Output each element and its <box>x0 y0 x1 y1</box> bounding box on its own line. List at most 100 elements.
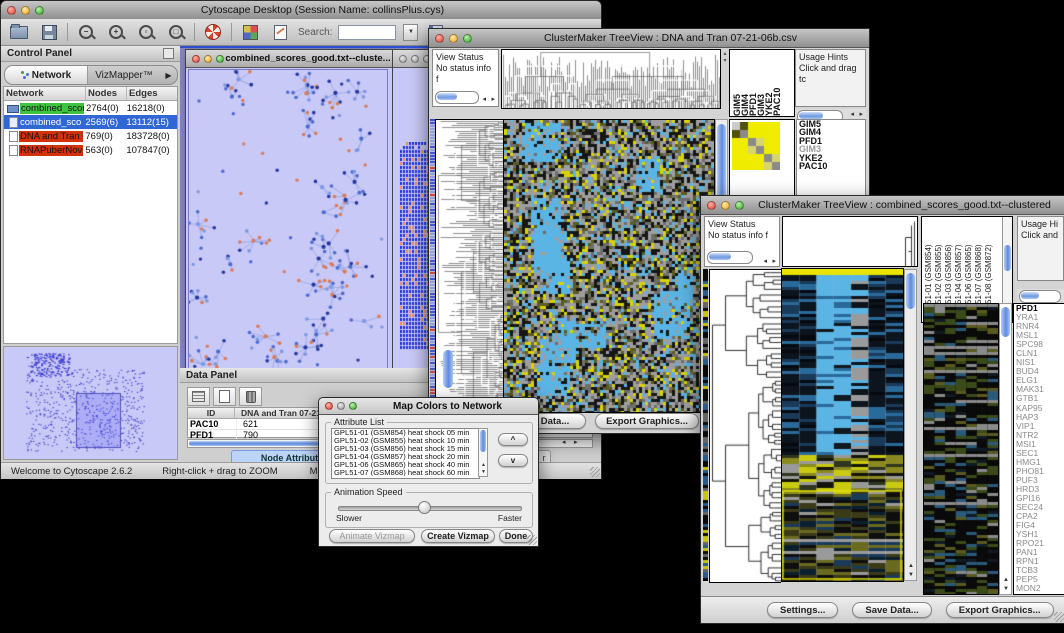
minimize-button[interactable] <box>449 34 458 43</box>
search-input[interactable] <box>338 25 396 40</box>
row-label[interactable]: PAC10 <box>799 162 865 170</box>
treeview-action-button[interactable]: Export Graphics... <box>946 602 1054 618</box>
network-row[interactable]: combined_sco 2569(6) 13112(15) <box>4 115 177 129</box>
main-titlebar[interactable]: Cytoscape Desktop (Session Name: collins… <box>1 1 601 20</box>
export-graphics-button[interactable]: Export Graphics... <box>595 413 699 429</box>
minimize-button[interactable] <box>411 55 419 63</box>
attribute-list-item[interactable]: GPL51-04 (GSM857) heat shock 20 min <box>332 453 479 461</box>
zoom-button[interactable] <box>216 55 224 63</box>
scroll-down-arrow[interactable]: ▼ <box>481 469 486 475</box>
zoom-button[interactable] <box>463 34 472 43</box>
col-nodes[interactable]: Nodes <box>86 87 127 100</box>
scroll-up-arrow[interactable]: ▲ <box>481 462 486 468</box>
network-row[interactable]: combined_scores 2764(0) 16218(0) <box>4 101 177 115</box>
animate-vizmap-button[interactable]: Animate Vizmap <box>329 529 415 543</box>
attribute-list-item[interactable]: GPL51-02 (GSM855) heat shock 10 min <box>332 437 479 445</box>
mini-hscrollbar[interactable] <box>435 91 479 104</box>
zoom-button[interactable] <box>735 201 744 210</box>
save-session-button[interactable] <box>37 22 61 43</box>
adjacency-grid[interactable] <box>400 142 430 352</box>
heatmap-main[interactable] <box>781 268 904 582</box>
select-attributes-button[interactable] <box>187 387 210 406</box>
create-vizmap-button[interactable]: Create Vizmap <box>421 529 495 543</box>
treeview-combined-titlebar[interactable]: ClusterMaker TreeView : combined_scores_… <box>701 196 1064 215</box>
zoom-button[interactable] <box>349 402 357 410</box>
tab-overflow-button[interactable]: ▶ <box>160 66 177 84</box>
column-dendrogram[interactable] <box>501 49 721 109</box>
vscroll-thumb[interactable] <box>480 430 486 452</box>
scroll-left-arrow[interactable]: ◂ <box>562 437 566 448</box>
new-attribute-button[interactable] <box>213 387 236 406</box>
zoom-fit-button[interactable]: □ <box>164 22 188 43</box>
zoomed-vscrollbar[interactable]: ▲ ▼ <box>999 303 1012 595</box>
annotation-button[interactable] <box>268 22 292 43</box>
minimize-button[interactable] <box>337 402 345 410</box>
close-button[interactable] <box>435 34 444 43</box>
attribute-list[interactable]: GPL51-01 (GSM854) heat shock 05 minGPL51… <box>331 428 480 479</box>
attribute-list-item[interactable]: GPL51-01 (GSM854) heat shock 05 min <box>332 429 479 437</box>
tab-vizmapper[interactable]: VizMapper™ <box>88 66 160 84</box>
minimize-button[interactable] <box>21 6 30 15</box>
column-label[interactable]: PFD1 <box>748 52 756 116</box>
column-label[interactable]: GIM5 <box>732 52 740 116</box>
correlation-matrix[interactable] <box>732 122 780 170</box>
scroll-up-arrow[interactable]: ▲ <box>908 563 914 569</box>
zoom-button[interactable] <box>35 6 44 15</box>
scroll-up-arrow[interactable]: ▲ <box>1003 577 1009 583</box>
scroll-right-arrow[interactable]: ▸ <box>772 256 776 267</box>
mini-hscrollbar[interactable] <box>707 251 753 264</box>
heatmap-main[interactable] <box>503 119 715 413</box>
network-canvas-area[interactable] <box>188 69 388 375</box>
minimize-button[interactable] <box>721 201 730 210</box>
vscroll-thumb[interactable] <box>1004 245 1011 271</box>
attribute-list-item[interactable]: GPL51-03 (GSM856) heat shock 15 min <box>332 445 479 453</box>
close-button[interactable] <box>399 55 407 63</box>
resize-grip[interactable] <box>1054 612 1064 622</box>
tab-network[interactable]: Network <box>5 66 88 84</box>
network-name[interactable]: RNAPuberNov2+ <box>19 145 83 156</box>
heatmap-vscrollbar[interactable]: ▲ ▼ <box>904 269 917 581</box>
dendrogram-vscroll-thumb[interactable] <box>443 350 453 388</box>
scroll-down-arrow[interactable]: ▼ <box>908 572 914 578</box>
heatmap-zoomed[interactable] <box>923 303 999 595</box>
speed-slider-thumb[interactable] <box>418 501 431 514</box>
vizmapper-button[interactable] <box>238 22 262 43</box>
row-dendrogram[interactable] <box>435 119 504 435</box>
network-row[interactable]: DNA and Tran 07 769(0) 183728(0) <box>4 129 177 143</box>
vscroll-thumb[interactable] <box>1001 307 1010 337</box>
close-button[interactable] <box>7 6 16 15</box>
birds-eye-view[interactable] <box>3 346 178 460</box>
scroll-down-arrow[interactable]: ▼ <box>1003 586 1009 592</box>
zoom-out-button[interactable]: − <box>74 22 98 43</box>
open-session-button[interactable] <box>7 22 31 43</box>
column-label[interactable]: GIM3 <box>756 52 764 116</box>
treeview-action-button[interactable]: Save Data... <box>852 602 931 618</box>
close-button[interactable] <box>707 201 716 210</box>
search-dropdown-button[interactable]: ▼ <box>403 24 418 41</box>
column-dendrogram[interactable] <box>782 216 918 267</box>
gene-label[interactable]: MON2 <box>1016 584 1064 593</box>
zoom-selected-button[interactable]: ▫ <box>134 22 158 43</box>
vscroll-thumb[interactable] <box>906 273 915 309</box>
resize-grip[interactable] <box>590 467 600 477</box>
resize-grip[interactable] <box>527 535 537 545</box>
network-name[interactable]: combined_scores <box>20 103 84 114</box>
mini-hscrollbar[interactable] <box>1019 290 1061 303</box>
column-label[interactable]: PAC10 <box>772 52 780 116</box>
minimize-button[interactable] <box>204 55 212 63</box>
network-table-header[interactable]: Network Nodes Edges <box>4 87 177 101</box>
scroll-right-arrow[interactable]: ▸ <box>491 94 495 105</box>
pane-adjust-arrows[interactable]: ▴▾ <box>721 51 729 65</box>
col-edges[interactable]: Edges <box>127 87 177 100</box>
network-name[interactable]: combined_sco <box>19 117 83 128</box>
scroll-left-arrow[interactable]: ◂ <box>763 256 767 267</box>
float-panel-icon[interactable] <box>163 48 174 59</box>
close-button[interactable] <box>192 55 200 63</box>
delete-attribute-button[interactable] <box>239 387 262 406</box>
attribute-list-item[interactable]: GPL51-06 (GSM865) heat shock 40 min <box>332 461 479 469</box>
list-vscrollbar[interactable]: ▲ ▼ <box>478 428 488 477</box>
treeview-dna-titlebar[interactable]: ClusterMaker TreeView : DNA and Tran 07-… <box>429 29 869 48</box>
network-row[interactable]: RNAPuberNov2+ 563(0) 107847(0) <box>4 143 177 157</box>
col-id[interactable]: ID <box>188 408 235 418</box>
treeview-action-button[interactable]: Settings... <box>767 602 838 618</box>
